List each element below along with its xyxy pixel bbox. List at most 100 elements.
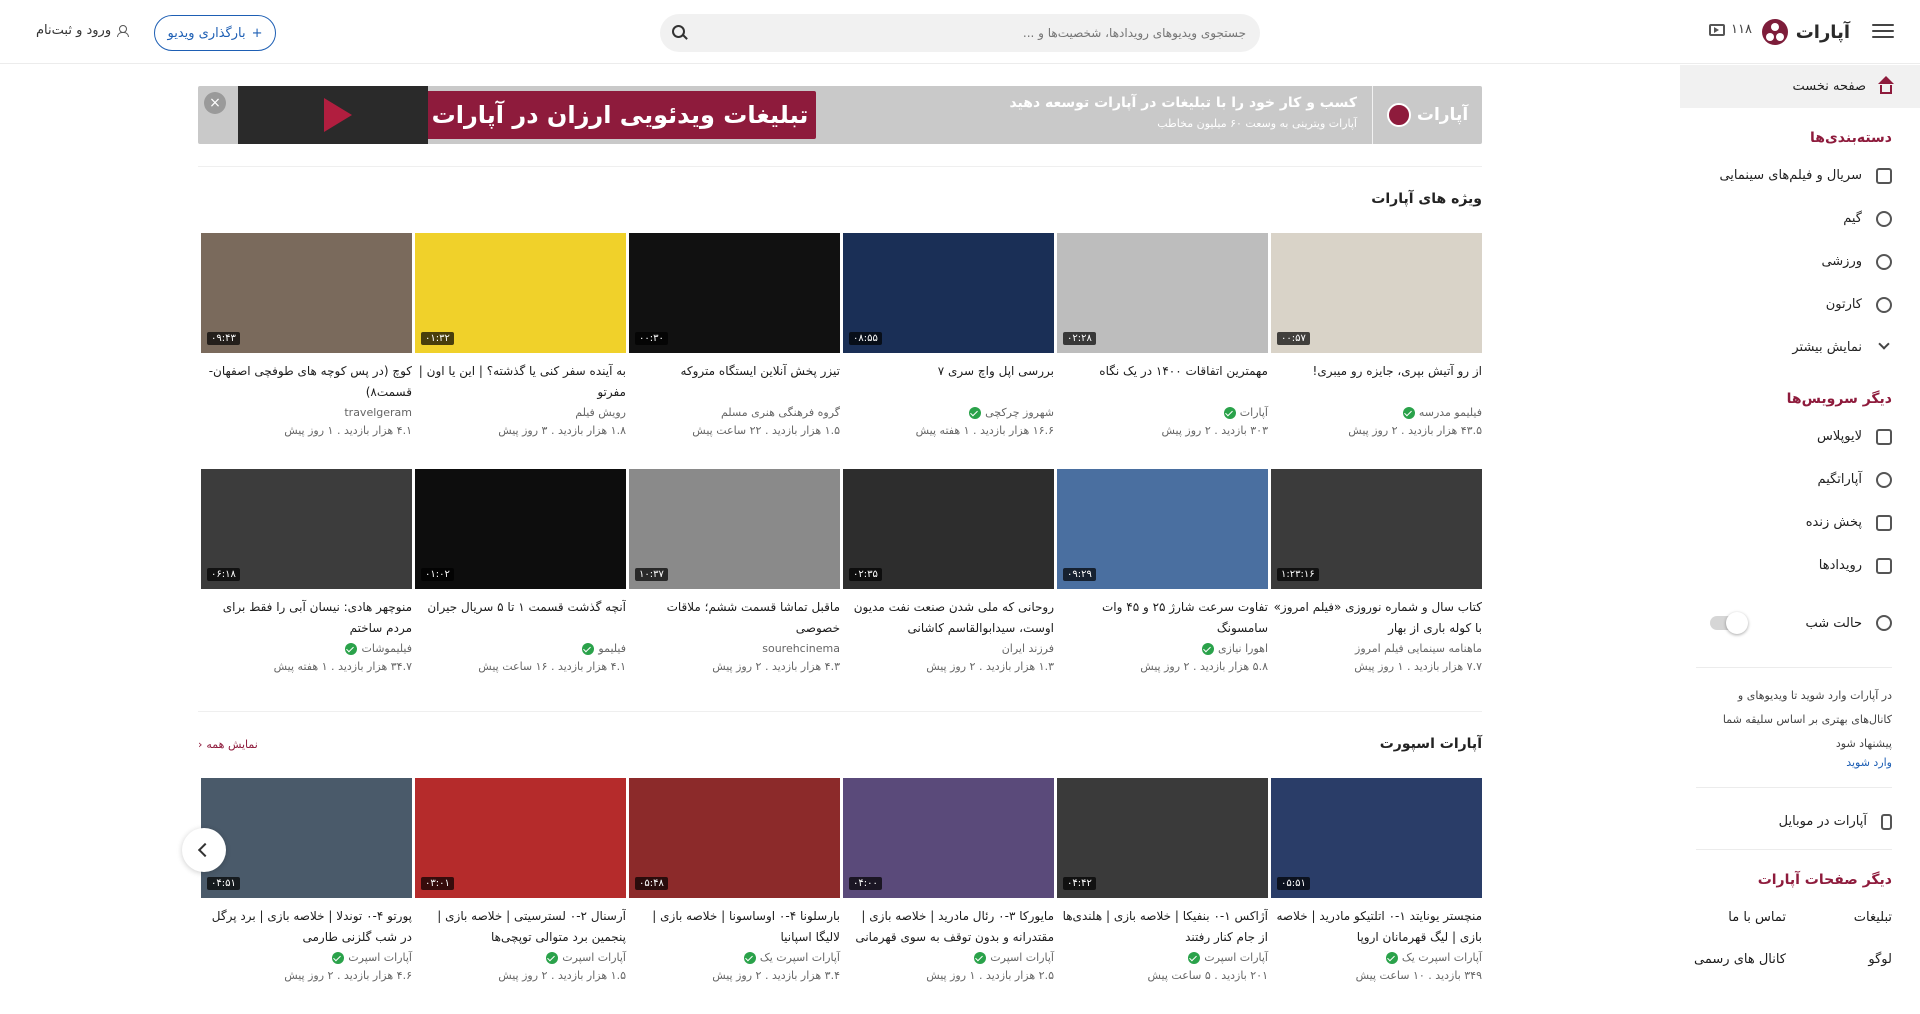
video-title[interactable]: کتاب سال و شماره نوروزی «فیلم امروز» با … (1271, 597, 1482, 639)
carousel-next-button[interactable] (182, 828, 226, 872)
video-channel[interactable]: اهورا نیازی (1057, 642, 1268, 655)
video-card[interactable]: ۰۰:۵۷ از رو آتیش بپری، جایزه رو میبری! فیل… (1271, 233, 1482, 469)
video-card[interactable]: ۰۱:۰۲ آنچه گذشت قسمت ۱ تا ۵ سریال جیران فی… (415, 469, 626, 705)
login-button[interactable]: ورود و ثبت‌نام (36, 23, 130, 38)
video-thumbnail[interactable]: ۱:۲۳:۱۶ (1271, 469, 1482, 589)
video-channel[interactable]: travelgeram (201, 406, 412, 419)
video-title[interactable]: روحانی که ملی شدن صنعت نفت مدیون اوست، س… (843, 597, 1054, 639)
video-title[interactable]: بارسلونا ۴-۰ اوساسونا | خلاصه بازی | لال… (629, 906, 840, 948)
video-card[interactable]: ۰۲:۲۸ مهمترین اتفاقات ۱۴۰۰ در یک نگاه آپار… (1057, 233, 1268, 469)
sidebar-item-aparatgame[interactable]: آپاراتگیم (1680, 458, 1920, 501)
video-channel[interactable]: آپارات اسپرت (415, 951, 626, 964)
video-title[interactable]: از رو آتیش بپری، جایزه رو میبری! (1271, 361, 1482, 403)
sidebar-item-mobile[interactable]: آپارات در موبایل (1680, 800, 1920, 843)
sidebar-item-sports[interactable]: ورزشی (1680, 240, 1920, 283)
video-card[interactable]: ۰۹:۴۳ کوچ (در پس کوچه های طوفچی اصفهان- ق… (201, 233, 412, 469)
hamburger-menu-icon[interactable] (1872, 20, 1894, 44)
ad-banner[interactable]: آپارات کسب و کار خود را با تبلیغات در آپ… (198, 86, 1482, 144)
video-channel[interactable]: آپارات اسپرت (843, 951, 1054, 964)
video-card[interactable]: ۰۵:۵۱ منچستر یونایتد ۱-۰ اتلتیکو مادرید |… (1271, 778, 1482, 1014)
video-card[interactable]: ۰۱:۳۲ به آینده سفر کنی یا گذشته؟ | این یا… (415, 233, 626, 469)
video-title[interactable]: ماقبل تماشا قسمت ششم؛ ملاقات خصوصی (629, 597, 840, 639)
video-thumbnail[interactable]: ۰۴:۵۱ (201, 778, 412, 898)
site-logo[interactable]: آپارات (1761, 18, 1850, 46)
video-thumbnail[interactable]: ۰۰:۳۰ (629, 233, 840, 353)
video-channel[interactable]: شهروز چرکچی (843, 406, 1054, 419)
video-card[interactable]: ۰۳:۰۱ آرسنال ۲-۰ لسترسیتی | خلاصه بازی | … (415, 778, 626, 1014)
video-title[interactable]: پورتو ۴-۰ توندلا | خلاصه بازی | برد پرگل… (201, 906, 412, 948)
video-title[interactable]: بررسی اپل واچ سری ۷ (843, 361, 1054, 403)
video-title[interactable]: آرسنال ۲-۰ لسترسیتی | خلاصه بازی | پنجمی… (415, 906, 626, 948)
video-card[interactable]: ۰۵:۴۸ بارسلونا ۴-۰ اوساسونا | خلاصه بازی … (629, 778, 840, 1014)
video-channel[interactable]: آپارات اسپرت (1057, 951, 1268, 964)
video-title[interactable]: منوچهر هادی: نیسان آبی را فقط برای مردم … (201, 597, 412, 639)
video-channel[interactable]: sourehcinema (629, 642, 840, 655)
video-card[interactable]: ۱:۲۳:۱۶ کتاب سال و شماره نوروزی «فیلم امر… (1271, 469, 1482, 705)
video-thumbnail[interactable]: ۰۹:۴۳ (201, 233, 412, 353)
video-thumbnail[interactable]: ۱۰:۳۷ (629, 469, 840, 589)
sidebar-item-movies[interactable]: سریال و فیلم‌های سینمایی (1680, 154, 1920, 197)
video-title[interactable]: تفاوت سرعت شارژ ۲۵ و ۴۵ وات سامسونگ (1057, 597, 1268, 639)
video-thumbnail[interactable]: ۰۸:۵۵ (843, 233, 1054, 353)
video-channel[interactable]: آپارات اسپرت (201, 951, 412, 964)
video-card[interactable]: ۰۴:۴۲ آژاکس ۱-۰ بنفیکا | خلاصه بازی | هلن… (1057, 778, 1268, 1014)
show-all-link[interactable]: نمایش همه ‹ (198, 738, 258, 751)
sidebar-item-cartoon[interactable]: کارتون (1680, 283, 1920, 326)
video-thumbnail[interactable]: ۰۰:۵۷ (1271, 233, 1482, 353)
video-thumbnail[interactable]: ۰۵:۵۱ (1271, 778, 1482, 898)
video-channel[interactable]: آپارات اسپرت یک (629, 951, 840, 964)
page-link-logo[interactable]: لوگو (1786, 938, 1892, 980)
video-card[interactable]: ۰۸:۵۵ بررسی اپل واچ سری ۷ شهروز چرکچی ۱۶.۶ … (843, 233, 1054, 469)
video-channel[interactable]: فیلیمو (415, 642, 626, 655)
video-title[interactable]: آنچه گذشت قسمت ۱ تا ۵ سریال جیران (415, 597, 626, 639)
video-thumbnail[interactable]: ۰۶:۱۸ (201, 469, 412, 589)
page-link-official-channels[interactable]: کانال های رسمی (1680, 938, 1786, 980)
video-card[interactable]: ۰۴:۰۰ مایورکا ۳-۰ رئال مادرید | خلاصه باز… (843, 778, 1054, 1014)
banner-close-button[interactable]: × (204, 92, 226, 114)
upload-video-button[interactable]: + بارگذاری ویدیو (154, 15, 276, 51)
video-channel[interactable]: رویش فیلم (415, 406, 626, 419)
video-card[interactable]: ۰۲:۳۵ روحانی که ملی شدن صنعت نفت مدیون او… (843, 469, 1054, 705)
video-channel[interactable]: گروه فرهنگی هنری مسلم (629, 406, 840, 419)
sidebar-item-liveplus[interactable]: لایوپلاس (1680, 415, 1920, 458)
video-title[interactable]: آژاکس ۱-۰ بنفیکا | خلاصه بازی | هلندی‌ها… (1057, 906, 1268, 948)
night-mode-toggle[interactable] (1710, 612, 1748, 634)
video-channel[interactable]: فیلیموشات (201, 642, 412, 655)
video-title[interactable]: مایورکا ۳-۰ رئال مادرید | خلاصه بازی | م… (843, 906, 1054, 948)
video-thumbnail[interactable]: ۰۴:۴۲ (1057, 778, 1268, 898)
video-thumbnail[interactable]: ۰۹:۲۹ (1057, 469, 1268, 589)
video-channel[interactable]: ماهنامه سینمایی فیلم امروز (1271, 642, 1482, 655)
video-title[interactable]: منچستر یونایتد ۱-۰ اتلتیکو مادرید | خلاص… (1271, 906, 1483, 948)
video-thumbnail[interactable]: ۰۱:۳۲ (415, 233, 626, 353)
sidebar-item-home[interactable]: صفحه نخست (1680, 65, 1920, 108)
page-link-contact[interactable]: تماس با ما (1680, 896, 1786, 938)
video-thumbnail[interactable]: ۰۲:۳۵ (843, 469, 1054, 589)
notifications-button[interactable]: ۱۱۸ (1709, 22, 1752, 37)
video-channel[interactable]: فیلیمو مدرسه (1271, 406, 1482, 419)
sidebar-item-show-more[interactable]: نمایش بیشتر (1680, 326, 1920, 369)
sidebar-item-events[interactable]: رویدادها (1680, 544, 1920, 587)
video-channel[interactable]: آپارات (1057, 406, 1268, 419)
video-title[interactable]: به آینده سفر کنی یا گذشته؟ | این یا اون … (415, 361, 626, 403)
video-thumbnail[interactable]: ۰۳:۰۱ (415, 778, 626, 898)
video-thumbnail[interactable]: ۰۱:۰۲ (415, 469, 626, 589)
video-card[interactable]: ۰۶:۱۸ منوچهر هادی: نیسان آبی را فقط برای … (201, 469, 412, 705)
search-input[interactable] (698, 14, 1260, 52)
sidebar-item-game[interactable]: گیم (1680, 197, 1920, 240)
video-channel[interactable]: آپارات اسپرت یک (1271, 951, 1482, 964)
video-thumbnail[interactable]: ۰۵:۴۸ (629, 778, 840, 898)
video-thumbnail[interactable]: ۰۲:۲۸ (1057, 233, 1268, 353)
video-title[interactable]: تیزر پخش آنلاین ایستگاه متروکه (629, 361, 840, 403)
video-channel[interactable]: فرزند ایران (843, 642, 1054, 655)
page-link-ads[interactable]: تبلیغات (1786, 896, 1892, 938)
login-link[interactable]: وارد شوید (1680, 756, 1920, 769)
video-title[interactable]: مهمترین اتفاقات ۱۴۰۰ در یک نگاه (1057, 361, 1268, 403)
video-card[interactable]: ۰۴:۵۱ پورتو ۴-۰ توندلا | خلاصه بازی | برد… (201, 778, 412, 1014)
video-card[interactable]: ۰۹:۲۹ تفاوت سرعت شارژ ۲۵ و ۴۵ وات سامسونگ… (1057, 469, 1268, 705)
video-card[interactable]: ۰۰:۳۰ تیزر پخش آنلاین ایستگاه متروکه گروه … (629, 233, 840, 469)
sidebar-item-live[interactable]: پخش زنده (1680, 501, 1920, 544)
search-icon[interactable] (660, 14, 698, 52)
video-title[interactable]: کوچ (در پس کوچه های طوفچی اصفهان- قسمت۸) (201, 361, 412, 403)
video-card[interactable]: ۱۰:۳۷ ماقبل تماشا قسمت ششم؛ ملاقات خصوصی s… (629, 469, 840, 705)
video-thumbnail[interactable]: ۰۴:۰۰ (843, 778, 1054, 898)
